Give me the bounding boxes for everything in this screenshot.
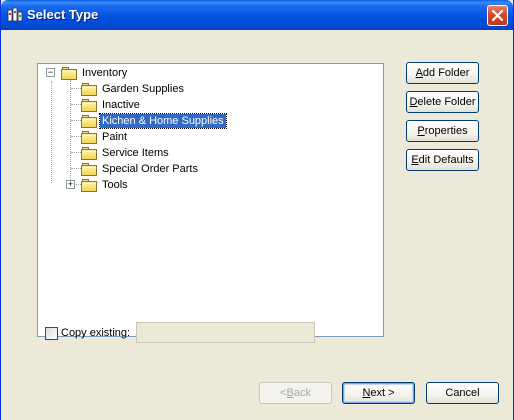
delete-folder-label: elete Folder: [417, 96, 476, 108]
add-folder-mnemonic: A: [415, 67, 423, 79]
tree-node-label: Inventory: [82, 67, 128, 79]
tree-node-garden-supplies[interactable]: Garden Supplies: [81, 81, 186, 97]
open-folder-icon: [81, 114, 97, 128]
tree-node-inventory[interactable]: Inventory: [61, 65, 129, 81]
collapse-toggle[interactable]: −: [46, 68, 55, 77]
edit-defaults-mnemonic: E: [411, 154, 419, 166]
app-icon: [7, 7, 23, 22]
tree-connector: [51, 81, 52, 183]
tree-connector: [71, 168, 81, 169]
folder-icon: [61, 66, 77, 80]
tree-connector: [71, 120, 81, 121]
copy-existing-checkbox[interactable]: [45, 327, 58, 340]
tree-node-tools[interactable]: Tools: [81, 177, 130, 193]
add-folder-button[interactable]: Add Folder: [406, 62, 479, 84]
tree-node-inactive[interactable]: Inactive: [81, 97, 142, 113]
folder-icon: [81, 146, 97, 160]
next-label: ext >: [370, 387, 395, 399]
add-folder-label: dd Folder: [422, 67, 470, 79]
tree-node-label: Inactive: [102, 99, 140, 111]
next-mnemonic: N: [362, 387, 371, 399]
folder-icon: [81, 178, 97, 192]
tree-node-label: Garden Supplies: [102, 83, 184, 95]
tree-connector: [71, 152, 81, 153]
tree-node-label: Special Order Parts: [102, 163, 198, 175]
tree-node-label: Service Items: [102, 147, 169, 159]
cancel-button[interactable]: Cancel: [426, 382, 499, 404]
edit-defaults-label: dit Defaults: [418, 154, 474, 166]
tree-node-label: Kichen & Home Supplies: [99, 113, 227, 129]
close-icon: [491, 9, 504, 22]
tree-node-label: Paint: [102, 131, 128, 143]
edit-defaults-button[interactable]: Edit Defaults: [406, 149, 479, 171]
close-button[interactable]: [487, 5, 508, 26]
tree-connector: [71, 104, 81, 105]
title-bar[interactable]: Select Type: [1, 0, 513, 30]
tree-connector: [71, 136, 81, 137]
folder-icon: [81, 98, 97, 112]
expand-toggle[interactable]: +: [66, 180, 75, 189]
tree-node-kichen-home-supplies[interactable]: Kichen & Home Supplies: [81, 113, 227, 129]
folder-tree[interactable]: − Inventory Garden Supplies Inactive Kic…: [37, 63, 384, 337]
back-button[interactable]: < Back: [259, 382, 332, 404]
tree-node-label: Tools: [102, 179, 128, 191]
back-label: ack: [293, 387, 311, 399]
tree-node-special-order-parts[interactable]: Special Order Parts: [81, 161, 200, 177]
next-button[interactable]: Next >: [342, 382, 415, 404]
back-mnemonic: B: [286, 387, 294, 399]
delete-folder-mnemonic: D: [409, 96, 418, 108]
properties-mnemonic: P: [417, 125, 425, 137]
properties-button[interactable]: Properties: [406, 120, 479, 142]
delete-folder-button[interactable]: Delete Folder: [406, 91, 479, 113]
folder-icon: [81, 82, 97, 96]
window-title: Select Type: [27, 7, 99, 22]
folder-icon: [81, 162, 97, 176]
cancel-label: Cancel: [445, 387, 480, 399]
tree-node-service-items[interactable]: Service Items: [81, 145, 171, 161]
dialog-body: − Inventory Garden Supplies Inactive Kic…: [1, 30, 513, 420]
properties-label: roperties: [424, 125, 468, 137]
select-type-dialog: Select Type − Inventory Garden Supplies …: [0, 0, 514, 420]
copy-existing-field: [136, 322, 315, 343]
tree-connector: [71, 88, 81, 89]
tree-node-paint[interactable]: Paint: [81, 129, 129, 145]
copy-existing-label: Copy existing:: [61, 327, 131, 339]
folder-icon: [81, 130, 97, 144]
